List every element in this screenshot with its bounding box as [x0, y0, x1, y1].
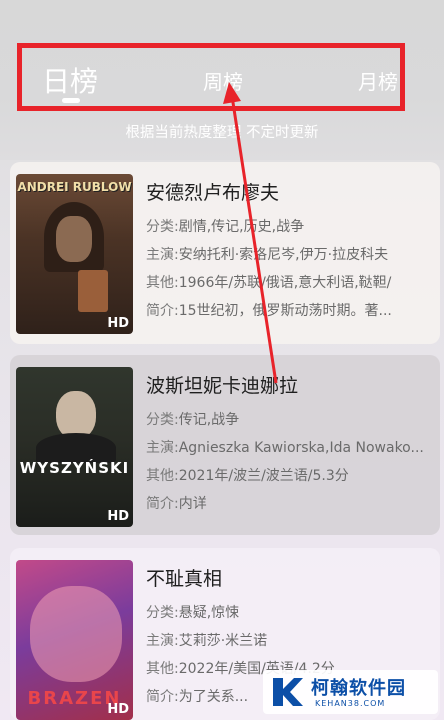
k-logo-icon: [273, 678, 303, 706]
arrow-head: [223, 82, 241, 104]
watermark-url: KEHAN38.COM: [315, 699, 386, 708]
annotation-arrow: [223, 82, 278, 384]
watermark-name: 柯翰软件园: [311, 678, 406, 699]
arrow-shaft: [230, 95, 278, 384]
site-watermark: 柯翰软件园 KEHAN38.COM: [263, 670, 438, 714]
